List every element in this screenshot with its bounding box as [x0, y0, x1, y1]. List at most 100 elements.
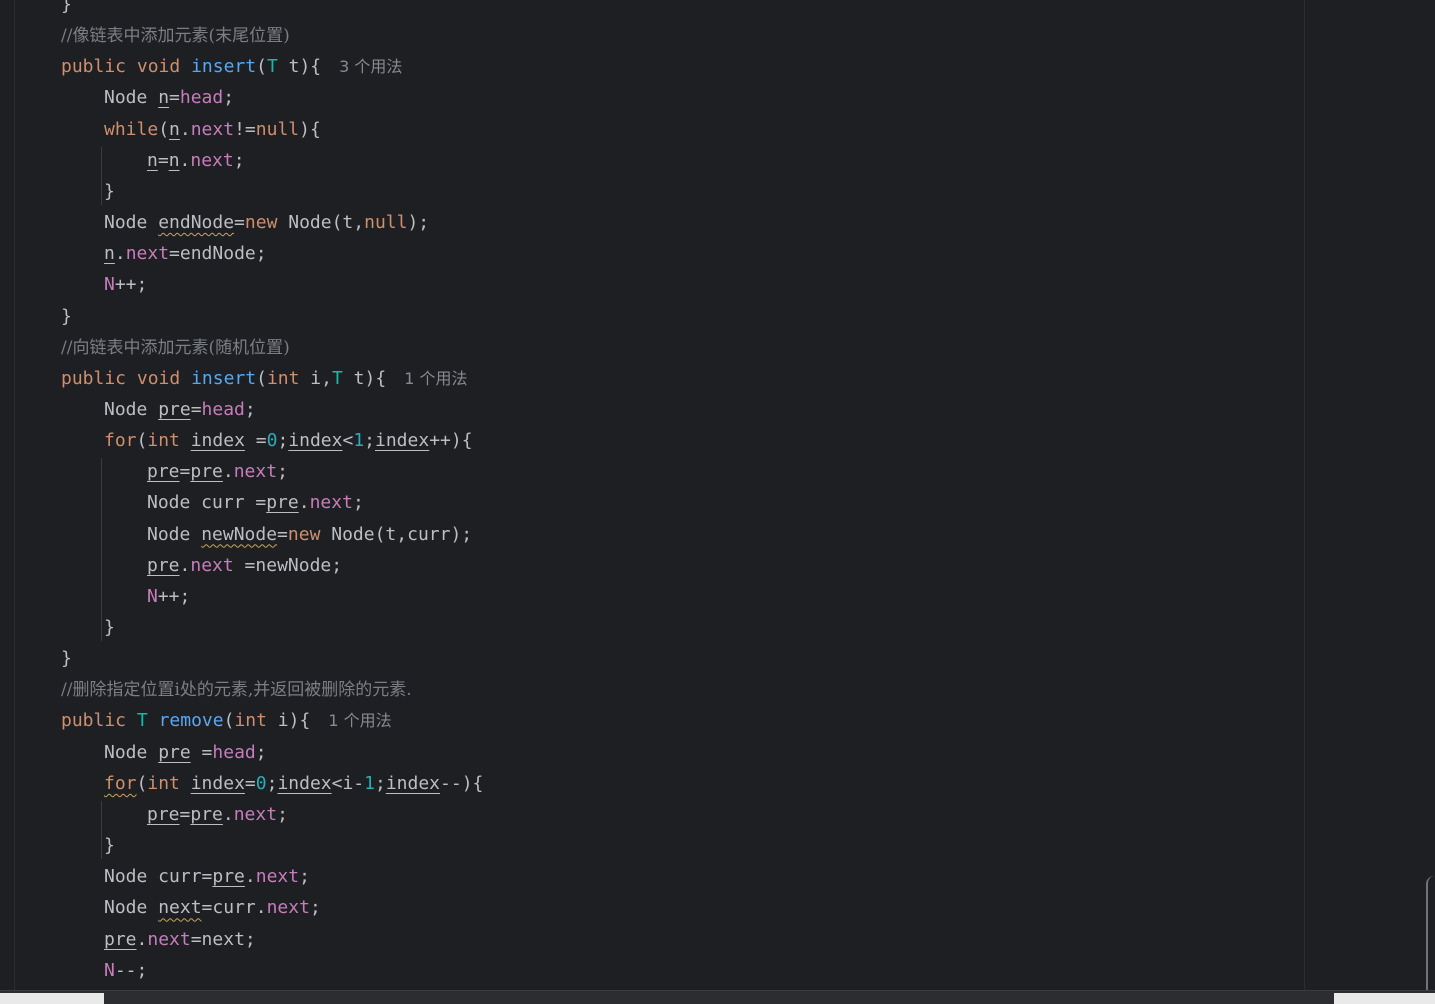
code-token: =: [244, 772, 256, 794]
code-token: =: [179, 803, 191, 825]
code-token: (: [256, 367, 267, 389]
code-line[interactable]: Node curr=pre.next;: [104, 861, 310, 892]
code-token: new: [287, 523, 321, 545]
code-editor[interactable]: }//像链表中添加元素(末尾位置) public void insert(T t)…: [0, 0, 1435, 990]
code-token: (: [136, 430, 148, 452]
code-token: t){: [342, 367, 387, 389]
code-token: --;: [114, 959, 148, 981]
code-token: --){: [440, 772, 484, 794]
code-line[interactable]: pre.next=next;: [104, 924, 256, 955]
scrollbar-edge[interactable]: [1426, 876, 1435, 990]
code-token: i,: [299, 367, 332, 389]
code-line[interactable]: }: [104, 176, 115, 207]
code-line[interactable]: Node newNode=new Node(t,curr);: [147, 519, 472, 550]
code-line[interactable]: n=n.next;: [147, 145, 245, 176]
code-token: head: [179, 87, 224, 109]
code-line[interactable]: }: [104, 612, 115, 643]
code-token: }: [61, 305, 72, 327]
code-token: pre: [266, 492, 299, 514]
code-line[interactable]: }: [104, 830, 115, 861]
code-token: =: [190, 741, 213, 763]
code-line[interactable]: n.next=endNode;: [104, 238, 267, 269]
code-line[interactable]: //向链表中添加元素(随机位置): [61, 332, 290, 363]
code-token: n: [168, 149, 180, 171]
code-token: T: [266, 56, 278, 78]
code-line[interactable]: Node curr =pre.next;: [147, 487, 364, 518]
code-token: 0: [255, 772, 267, 794]
code-token: ;: [277, 803, 288, 825]
code-token: .: [179, 118, 191, 140]
code-token: ;: [266, 772, 278, 794]
code-line[interactable]: while(n.next!=null){: [104, 114, 321, 145]
code-token: index: [190, 772, 245, 794]
usage-hint[interactable]: 1 个用法: [404, 369, 467, 388]
code-token: for: [104, 430, 137, 452]
code-line[interactable]: pre=pre.next;: [147, 799, 288, 830]
code-token: (: [158, 118, 170, 140]
code-line[interactable]: }: [61, 301, 72, 332]
code-token: next: [309, 492, 353, 514]
code-token: int: [147, 772, 180, 794]
code-line[interactable]: Node n=head;: [104, 82, 234, 113]
usage-hint[interactable]: 1 个用法: [328, 711, 391, 730]
code-token: void: [136, 56, 181, 78]
code-token: next: [190, 554, 234, 576]
code-line[interactable]: //删除指定位置i处的元素,并返回被删除的元素.: [61, 674, 412, 705]
editor-gutter-divider: [14, 0, 15, 990]
usage-hint[interactable]: 3 个用法: [339, 57, 402, 76]
code-line[interactable]: Node endNode=new Node(t,null);: [104, 207, 429, 238]
status-bar: [0, 990, 1435, 1004]
code-line[interactable]: }: [61, 643, 72, 674]
code-token: Node(t,curr);: [320, 523, 473, 545]
indent-guide: [101, 800, 102, 860]
code-token: =: [244, 430, 267, 452]
code-token: .: [298, 492, 310, 514]
code-token: T: [331, 367, 343, 389]
code-token: ;: [233, 149, 245, 171]
code-line[interactable]: N++;: [104, 269, 147, 300]
code-token: ++){: [429, 430, 473, 452]
code-token: }: [104, 180, 115, 202]
code-token: next: [125, 243, 170, 265]
code-line[interactable]: for(int index=0;index<i-1;index--){: [104, 768, 483, 799]
code-token: pre: [147, 803, 180, 825]
code-token: remove: [158, 710, 224, 732]
code-token: n: [169, 118, 180, 140]
code-line[interactable]: //像链表中添加元素(末尾位置): [61, 20, 290, 51]
code-line[interactable]: N--;: [104, 955, 147, 986]
code-line[interactable]: Node next=curr.next;: [104, 892, 321, 923]
code-token: newNode: [201, 523, 278, 545]
code-token: pre: [147, 461, 180, 483]
code-token: Node: [104, 398, 159, 420]
code-token: insert: [191, 367, 257, 389]
code-token: n: [158, 87, 170, 109]
code-token: N: [104, 959, 115, 981]
code-token: i){: [266, 710, 311, 732]
status-bar-right-segment: [1334, 993, 1435, 1004]
code-line[interactable]: public void insert(int i,T t){1 个用法: [61, 363, 467, 394]
code-token: N: [147, 585, 158, 607]
code-token: ++;: [157, 585, 191, 607]
code-line[interactable]: Node pre=head;: [104, 394, 256, 425]
code-token: next: [190, 118, 235, 140]
code-token: ;: [364, 430, 375, 452]
code-token: (: [256, 56, 267, 78]
code-token: next: [158, 897, 202, 919]
code-line[interactable]: pre=pre.next;: [147, 456, 288, 487]
code-token: public: [61, 367, 127, 389]
code-line[interactable]: public void insert(T t){3 个用法: [61, 51, 402, 82]
code-line[interactable]: N++;: [147, 581, 190, 612]
code-line[interactable]: }: [61, 0, 72, 20]
code-token: !=: [234, 118, 256, 140]
code-token: ;: [299, 866, 310, 888]
code-token: head: [212, 741, 256, 763]
code-line[interactable]: Node pre =head;: [104, 737, 267, 768]
code-line[interactable]: public T remove(int i){1 个用法: [61, 705, 392, 736]
code-line[interactable]: for(int index =0;index<1;index++){: [104, 425, 473, 456]
code-token: pre: [104, 928, 137, 950]
code-line[interactable]: pre.next =newNode;: [147, 550, 342, 581]
code-token: public: [61, 710, 127, 732]
